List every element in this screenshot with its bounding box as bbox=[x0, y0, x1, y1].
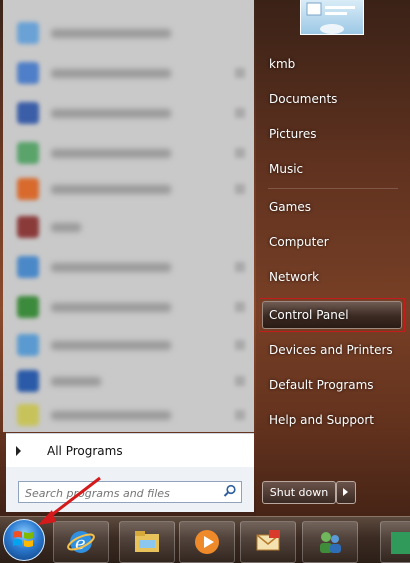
search-icon[interactable] bbox=[223, 484, 237, 498]
program-label-blurred bbox=[51, 184, 171, 194]
menu-item-games[interactable]: Games bbox=[260, 192, 402, 222]
outlook-icon bbox=[256, 530, 280, 551]
taskbar: e bbox=[0, 516, 410, 563]
search-area bbox=[6, 467, 254, 512]
taskbar-users[interactable] bbox=[302, 521, 358, 563]
program-label-blurred bbox=[51, 262, 171, 272]
program-icon bbox=[17, 216, 39, 238]
submenu-arrow-icon bbox=[235, 376, 245, 386]
program-item[interactable] bbox=[9, 250, 253, 284]
program-item[interactable] bbox=[9, 136, 253, 170]
program-item[interactable] bbox=[9, 56, 253, 90]
app-icon bbox=[391, 532, 410, 554]
windows-logo-icon bbox=[13, 531, 33, 547]
right-pane: kmb Documents Pictures Music Games Compu… bbox=[256, 0, 410, 516]
menu-item-computer[interactable]: Computer bbox=[260, 227, 402, 257]
program-icon bbox=[17, 102, 39, 124]
taskbar-app-partial[interactable] bbox=[380, 521, 410, 563]
program-icon bbox=[17, 404, 39, 426]
program-label-blurred bbox=[51, 68, 171, 78]
menu-item-documents[interactable]: Documents bbox=[260, 84, 402, 114]
explorer-icon bbox=[135, 531, 159, 552]
program-item[interactable] bbox=[9, 172, 253, 206]
user-avatar[interactable] bbox=[300, 0, 364, 35]
submenu-arrow-icon bbox=[235, 184, 245, 194]
program-icon bbox=[17, 22, 39, 44]
all-programs-button[interactable]: All Programs bbox=[6, 433, 254, 468]
recent-programs-list bbox=[3, 0, 254, 432]
program-label-blurred bbox=[51, 108, 171, 118]
program-icon bbox=[17, 142, 39, 164]
program-label-blurred bbox=[51, 148, 171, 158]
all-programs-label: All Programs bbox=[47, 444, 123, 458]
program-icon bbox=[17, 370, 39, 392]
taskbar-windows-explorer[interactable] bbox=[119, 521, 175, 563]
program-label-blurred bbox=[51, 410, 171, 420]
program-label-blurred bbox=[51, 222, 81, 232]
users-icon bbox=[320, 532, 341, 553]
program-icon bbox=[17, 256, 39, 278]
search-input[interactable] bbox=[23, 483, 217, 504]
divider bbox=[268, 188, 398, 189]
submenu-arrow-icon bbox=[235, 148, 245, 158]
menu-item-control-panel[interactable]: Control Panel bbox=[259, 298, 405, 332]
menu-item-devices-and-printers[interactable]: Devices and Printers bbox=[260, 335, 402, 365]
menu-item-help-and-support[interactable]: Help and Support bbox=[260, 405, 402, 435]
program-label-blurred bbox=[51, 28, 171, 38]
program-item[interactable] bbox=[9, 290, 253, 324]
search-box[interactable] bbox=[18, 481, 242, 504]
program-label-blurred bbox=[51, 302, 171, 312]
taskbar-outlook[interactable] bbox=[240, 521, 296, 563]
program-icon bbox=[17, 62, 39, 84]
submenu-arrow-icon bbox=[235, 68, 245, 78]
program-label-blurred bbox=[51, 376, 101, 386]
program-item[interactable] bbox=[9, 398, 253, 432]
submenu-arrow-icon bbox=[235, 108, 245, 118]
program-icon bbox=[17, 296, 39, 318]
submenu-arrow-icon bbox=[235, 340, 245, 350]
user-picture-icon bbox=[306, 2, 355, 34]
submenu-arrow-icon bbox=[235, 262, 245, 272]
taskbar-media-player[interactable] bbox=[179, 521, 235, 563]
taskbar-internet-explorer[interactable]: e bbox=[53, 521, 109, 563]
program-item[interactable] bbox=[9, 328, 253, 362]
program-icon bbox=[17, 334, 39, 356]
program-item[interactable] bbox=[9, 210, 253, 244]
triangle-right-icon bbox=[16, 446, 21, 456]
shutdown-button[interactable]: Shut down bbox=[262, 481, 336, 504]
program-item[interactable] bbox=[9, 96, 253, 130]
menu-item-music[interactable]: Music bbox=[260, 154, 402, 184]
start-menu: All Programs kmb Documents Pictures Musi… bbox=[0, 0, 410, 516]
program-item[interactable] bbox=[9, 364, 253, 398]
submenu-arrow-icon bbox=[235, 302, 245, 312]
menu-item-user[interactable]: kmb bbox=[260, 49, 402, 79]
menu-item-pictures[interactable]: Pictures bbox=[260, 119, 402, 149]
internet-explorer-icon: e bbox=[67, 531, 95, 554]
media-player-icon bbox=[195, 530, 219, 554]
program-icon bbox=[17, 178, 39, 200]
program-item[interactable] bbox=[9, 16, 253, 50]
menu-item-network[interactable]: Network bbox=[260, 262, 402, 292]
program-label-blurred bbox=[51, 340, 171, 350]
menu-item-default-programs[interactable]: Default Programs bbox=[260, 370, 402, 400]
shutdown-options-arrow-icon[interactable] bbox=[336, 481, 356, 504]
submenu-arrow-icon bbox=[235, 410, 245, 420]
